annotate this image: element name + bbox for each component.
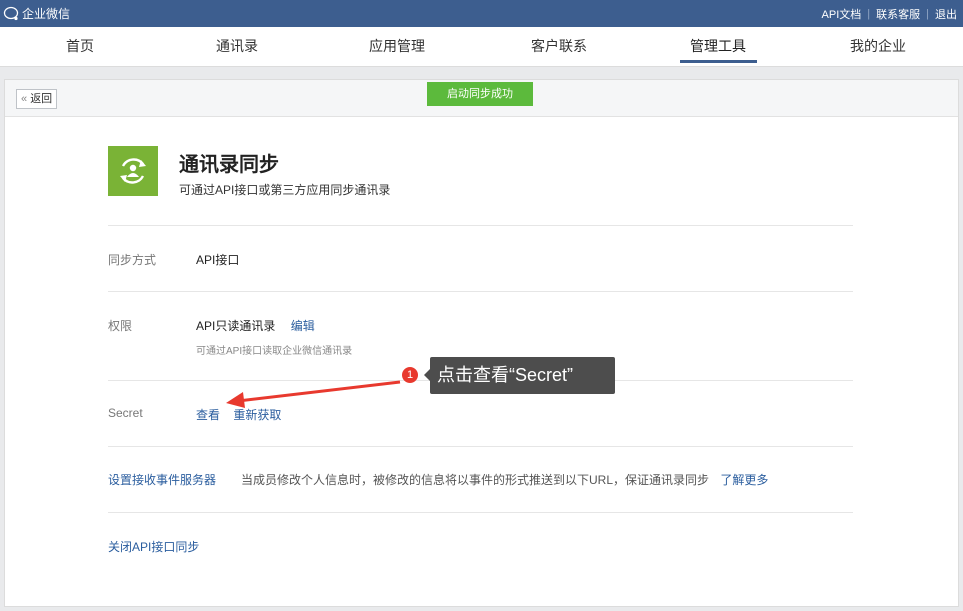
annotation-arrow (226, 380, 401, 408)
annotation-step-badge: 1 (402, 367, 418, 383)
annotation-tooltip: 点击查看“Secret” (424, 357, 615, 394)
